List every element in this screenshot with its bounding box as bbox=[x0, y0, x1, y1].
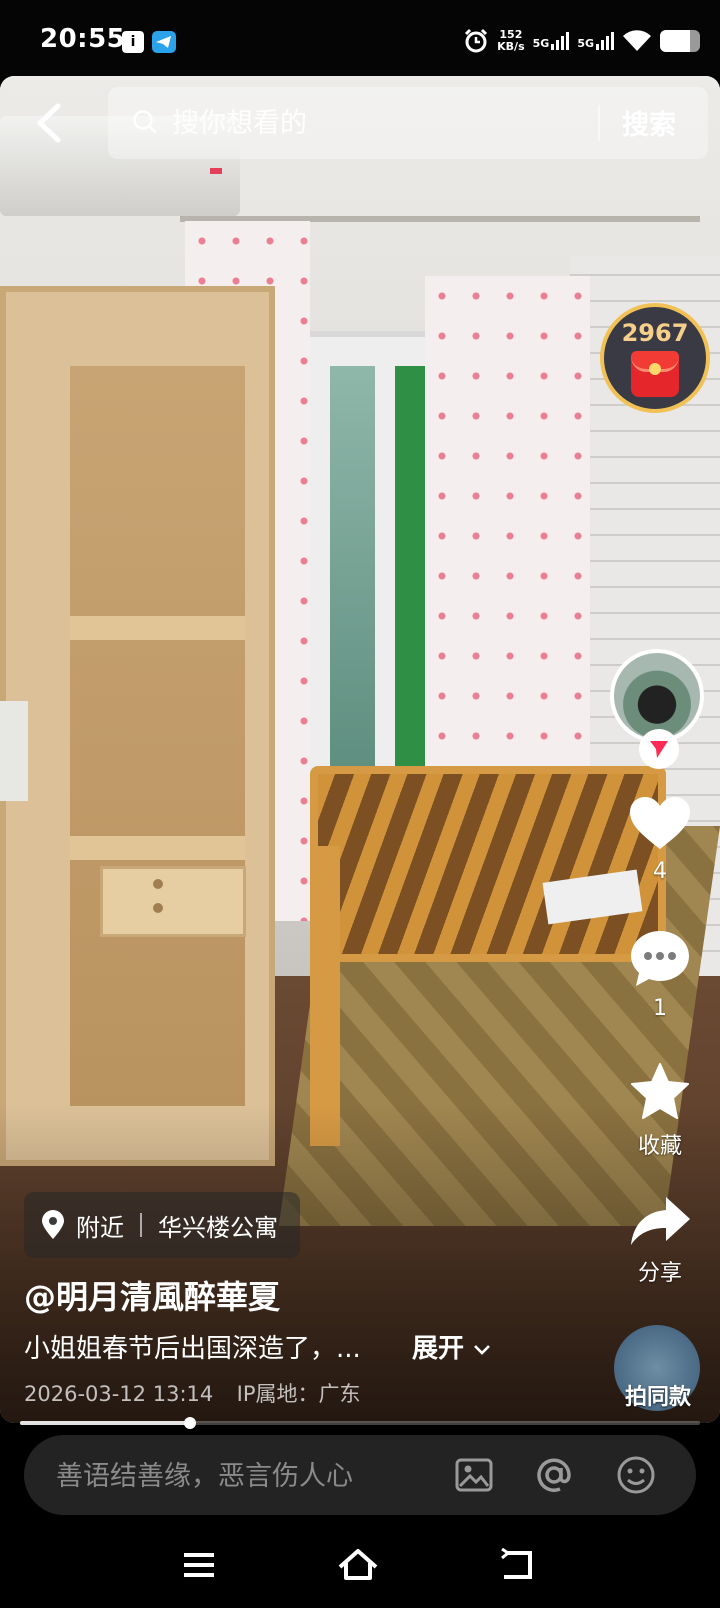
post-meta: 2026-03-12 13:14 IP属地：广东 bbox=[24, 1378, 360, 1408]
search-input[interactable] bbox=[170, 102, 574, 144]
comment-count: 1 bbox=[653, 996, 667, 1021]
scene-drawer-knob bbox=[153, 903, 163, 913]
follow-check-icon bbox=[650, 741, 668, 758]
back-arrow-icon bbox=[37, 103, 61, 143]
star-icon bbox=[631, 1063, 689, 1119]
app-notification-icon: i bbox=[122, 31, 144, 53]
nav-back-button[interactable] bbox=[496, 1545, 540, 1585]
signal-sim2: 5G bbox=[577, 32, 614, 50]
search-icon bbox=[133, 110, 157, 134]
status-bar: 20:55 i 152 KB/s 5G 5G bbox=[0, 0, 720, 76]
author-username[interactable]: @明月清風醉華夏 bbox=[24, 1272, 280, 1318]
favorite-label: 收藏 bbox=[637, 1134, 682, 1159]
same-style-button[interactable]: 拍同款 bbox=[612, 1325, 704, 1417]
ip-location: IP属地：广东 bbox=[236, 1382, 361, 1406]
menu-icon bbox=[184, 1553, 214, 1577]
home-icon bbox=[338, 1549, 378, 1580]
status-time: 20:55 bbox=[40, 24, 126, 54]
comment-bubble-icon bbox=[631, 931, 689, 986]
red-packet-count: 2967 bbox=[621, 319, 689, 347]
emoji-icon[interactable] bbox=[616, 1455, 656, 1495]
red-envelope-icon bbox=[631, 351, 679, 397]
favorite-button[interactable]: 收藏 bbox=[620, 1062, 700, 1160]
like-button[interactable]: 4 bbox=[620, 795, 700, 884]
signal-icon bbox=[596, 32, 614, 50]
progress-knob[interactable] bbox=[184, 1417, 196, 1429]
network-speed-unit: KB/s bbox=[497, 40, 525, 53]
scene-window-pane bbox=[330, 366, 375, 766]
expand-label: 展开 bbox=[412, 1334, 465, 1364]
video-progress-bar[interactable] bbox=[20, 1417, 700, 1429]
progress-fill bbox=[20, 1421, 190, 1425]
nav-home-button[interactable] bbox=[336, 1545, 380, 1585]
location-prefix: 附近 bbox=[76, 1213, 124, 1242]
share-label: 分享 bbox=[637, 1261, 682, 1286]
scene-wardrobe-interior bbox=[70, 366, 245, 1106]
at-mention-icon[interactable] bbox=[534, 1455, 574, 1495]
scene-wardrobe-art bbox=[0, 701, 28, 801]
follow-button[interactable] bbox=[639, 729, 679, 769]
wifi-icon bbox=[623, 30, 651, 51]
scene-ac-light bbox=[210, 168, 222, 174]
back-button[interactable] bbox=[30, 100, 70, 146]
scene-bed-headboard bbox=[310, 766, 666, 962]
comment-button[interactable]: 1 bbox=[620, 928, 700, 1021]
location-divider bbox=[140, 1213, 142, 1237]
search-divider bbox=[598, 105, 600, 141]
same-style-label: 拍同款 bbox=[624, 1385, 691, 1410]
search-button[interactable]: 搜索 bbox=[622, 103, 676, 142]
post-datetime: 2026-03-12 13:14 bbox=[24, 1382, 214, 1406]
location-tag[interactable]: 附近 华兴楼公寓 bbox=[24, 1192, 300, 1258]
comment-bar bbox=[24, 1435, 696, 1515]
status-indicators: 152 KB/s 5G 5G bbox=[463, 26, 700, 56]
scene-drawer bbox=[100, 866, 246, 937]
alarm-icon bbox=[465, 28, 488, 53]
share-arrow-icon bbox=[631, 1197, 690, 1245]
signal-icon bbox=[551, 32, 570, 50]
sim2-label: 5G bbox=[577, 37, 594, 50]
return-icon bbox=[501, 1547, 532, 1579]
video-caption: 小姐姐春节后出国深造了，... bbox=[24, 1334, 361, 1364]
share-button[interactable]: 分享 bbox=[620, 1195, 700, 1287]
scene-window-pane-green bbox=[395, 366, 425, 766]
signal-sim1: 5G bbox=[533, 32, 570, 50]
search-bar[interactable]: 搜索 bbox=[108, 87, 708, 159]
scene-bed-rail bbox=[310, 846, 340, 1146]
sim1-label: 5G bbox=[532, 37, 550, 50]
telegram-icon bbox=[152, 31, 176, 53]
location-place: 华兴楼公寓 bbox=[158, 1213, 278, 1242]
system-nav-bar bbox=[0, 1525, 720, 1608]
video-player-screen: 20:55 i 152 KB/s 5G 5G 搜你想看的 搜索 2967 4 1… bbox=[0, 0, 720, 1608]
scene-shelf bbox=[70, 836, 245, 860]
chevron-down-icon bbox=[474, 1345, 490, 1355]
nav-menu-button[interactable] bbox=[178, 1545, 222, 1585]
battery-level bbox=[660, 30, 690, 52]
scene-shelf bbox=[70, 616, 245, 640]
network-speed: 152 KB/s bbox=[497, 29, 524, 53]
scene-drawer-knob bbox=[153, 879, 163, 889]
comment-input[interactable] bbox=[54, 1453, 438, 1499]
image-icon[interactable] bbox=[454, 1455, 494, 1495]
red-packet-widget[interactable]: 2967 bbox=[600, 303, 710, 413]
heart-icon bbox=[630, 797, 690, 849]
like-count: 4 bbox=[653, 859, 667, 884]
location-pin-icon bbox=[42, 1210, 64, 1239]
expand-caption-button[interactable]: 展开 bbox=[412, 1328, 491, 1365]
battery-icon bbox=[660, 30, 700, 52]
